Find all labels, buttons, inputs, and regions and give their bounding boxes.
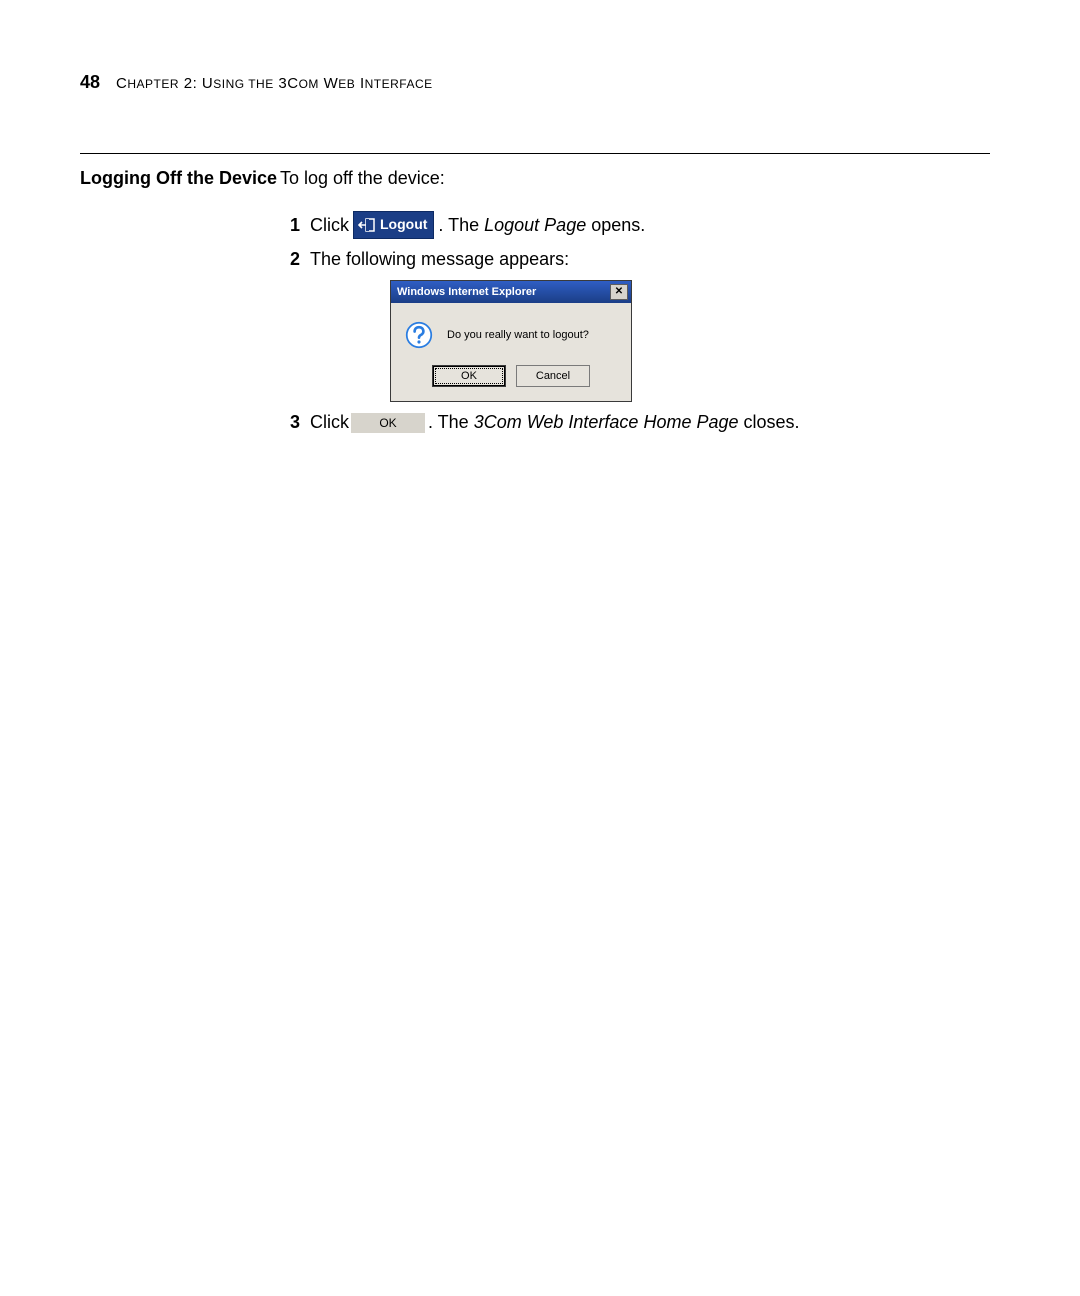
- step-text-pre: Click: [310, 410, 349, 435]
- dialog-illustration: Windows Internet Explorer ✕: [390, 280, 990, 402]
- step-2: 2 The following message appears: Windows…: [280, 247, 990, 402]
- ok-button[interactable]: OK: [351, 413, 426, 433]
- step-number: 2: [280, 247, 300, 272]
- question-icon: [405, 321, 433, 349]
- dialog-message: Do you really want to logout?: [447, 328, 589, 343]
- intro-text: To log off the device:: [280, 166, 990, 191]
- logout-icon: [358, 217, 376, 233]
- page-header: 48 CHAPTER 2: USING THE 3COM WEB INTERFA…: [80, 72, 990, 93]
- ok-button-label: OK: [379, 415, 396, 432]
- step-text: The following message appears:: [310, 247, 569, 272]
- section-divider: [80, 153, 990, 154]
- dialog-titlebar: Windows Internet Explorer ✕: [391, 281, 631, 303]
- section-body: To log off the device: 1 Click Logout: [280, 166, 990, 444]
- logout-button-label: Logout: [380, 215, 427, 235]
- dialog-close-button[interactable]: ✕: [610, 284, 628, 300]
- step-3: 3 Click OK . The 3Com Web Interface Home…: [280, 410, 990, 435]
- page-number: 48: [80, 72, 100, 93]
- close-icon: ✕: [615, 287, 623, 297]
- step-number: 1: [280, 213, 300, 238]
- dialog-body: Do you really want to logout?: [391, 303, 631, 361]
- step-text-pre: Click: [310, 213, 349, 238]
- dialog-cancel-button[interactable]: Cancel: [516, 365, 590, 387]
- dialog-title: Windows Internet Explorer: [397, 285, 536, 300]
- steps-list: 1 Click Logout . The Logout Page opens.: [280, 211, 990, 435]
- step-text-post: . The Logout Page opens.: [438, 213, 645, 238]
- logout-button[interactable]: Logout: [353, 211, 434, 239]
- confirm-dialog: Windows Internet Explorer ✕: [390, 280, 632, 402]
- section-heading: Logging Off the Device: [80, 166, 280, 190]
- dialog-button-row: OK Cancel: [391, 361, 631, 401]
- chapter-title: CHAPTER 2: USING THE 3COM WEB INTERFACE: [116, 75, 433, 92]
- step-number: 3: [280, 410, 300, 435]
- dialog-ok-button[interactable]: OK: [432, 365, 506, 387]
- step-1: 1 Click Logout . The Logout Page opens.: [280, 211, 990, 239]
- step-text-post: . The 3Com Web Interface Home Page close…: [428, 410, 800, 435]
